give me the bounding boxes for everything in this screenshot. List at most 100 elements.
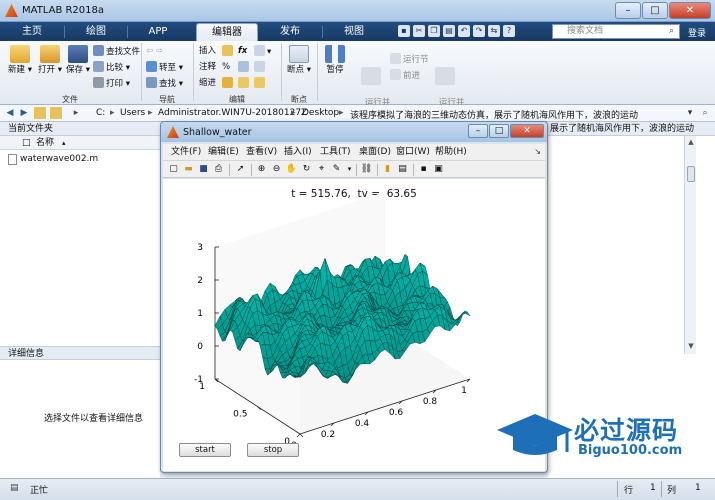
menu-window[interactable]: 窗口(W) [396, 144, 430, 160]
brush-icon[interactable]: ✎ [330, 163, 343, 176]
data-cursor-icon[interactable]: ⌖ [315, 163, 328, 176]
surface-plot[interactable]: -1012300.20.40.60.8100.51 [163, 179, 545, 471]
maximize-button[interactable]: □ [642, 2, 668, 19]
help-icon[interactable]: ? [503, 25, 515, 37]
legend-icon[interactable]: ▤ [396, 163, 409, 176]
tab-editor[interactable]: 编辑器 [196, 23, 258, 41]
menu-desktop[interactable]: 桌面(D) [359, 144, 391, 160]
new-figure-icon[interactable]: ▢ [167, 163, 180, 176]
figure-minimize-button[interactable]: – [468, 124, 488, 138]
scroll-up-icon[interactable]: ▲ [687, 138, 695, 146]
find-button[interactable]: 查找 ▾ [146, 77, 183, 90]
new-button[interactable]: 新建 ▾ [6, 45, 34, 76]
tab-apps[interactable]: APP [132, 23, 184, 41]
tab-home[interactable]: 主页 [6, 23, 58, 41]
signin-link[interactable]: 登录 [688, 26, 706, 39]
crumb-users[interactable]: Users [120, 108, 145, 118]
tab-plots[interactable]: 绘图 [70, 23, 122, 41]
advance-button[interactable]: 前进 [390, 69, 420, 82]
minimize-button[interactable]: – [615, 2, 641, 19]
back-forward-buttons[interactable]: ⇦ ⇨ [146, 45, 163, 58]
link-plot-icon[interactable]: ⛓ [360, 163, 373, 176]
scroll-down-icon[interactable]: ▼ [687, 342, 695, 350]
insert-button[interactable]: 插入 [199, 45, 216, 58]
figure-canvas[interactable]: t = 515.76, tv = 63.65 -1012300.20.40.60… [163, 179, 545, 471]
comment-toggle-icon[interactable] [238, 61, 251, 74]
tab-publish[interactable]: 发布 [264, 23, 316, 41]
close-button[interactable]: ✕ [669, 2, 711, 19]
print-figure-icon[interactable]: ⎙ [212, 163, 225, 176]
scroll-thumb[interactable] [687, 166, 695, 182]
forward-icon[interactable]: ▶ [18, 107, 30, 119]
compare-button[interactable]: 比较 ▾ [93, 61, 130, 74]
indent-icon[interactable] [222, 77, 235, 90]
browse-folder-icon[interactable] [50, 107, 62, 119]
breakpoints-button[interactable]: 断点 ▾ [284, 45, 314, 76]
pointer-icon[interactable]: ➚ [234, 163, 247, 176]
indent-button[interactable]: 缩进 [199, 77, 216, 90]
decrease-indent-icon[interactable] [254, 77, 267, 90]
fx-button[interactable]: fx [238, 45, 247, 58]
percent-icon[interactable]: % [222, 61, 230, 74]
dock-icon[interactable]: ↘ [534, 144, 541, 160]
save-button[interactable]: 保存 ▾ [64, 45, 92, 76]
zoom-out-icon[interactable]: ⊖ [270, 163, 283, 176]
address-search-icon[interactable]: ⌕ [699, 107, 711, 119]
open-button[interactable]: 打开 ▾ [36, 45, 64, 76]
menu-edit[interactable]: 编辑(E) [208, 144, 239, 160]
start-button[interactable]: start [179, 443, 231, 457]
save-icon[interactable]: ▪ [398, 25, 410, 37]
tab-view[interactable]: 视图 [328, 23, 380, 41]
run-section-button[interactable]: 运行节 [390, 53, 429, 66]
hide-plot-tools-icon[interactable]: ▪ [417, 163, 430, 176]
vertical-scrollbar[interactable]: ▲ ▼ [684, 136, 696, 354]
colorbar-icon[interactable]: ▮ [381, 163, 394, 176]
new-file-icon [10, 45, 30, 63]
list-item[interactable]: waterwave002.m [0, 152, 98, 166]
print-button[interactable]: 打印 ▾ [93, 77, 130, 90]
matlab-logo-icon [5, 4, 18, 17]
brush-menu-icon[interactable]: ▾ [343, 163, 356, 176]
crumb-drive[interactable]: C: [96, 108, 105, 118]
uncomment-icon[interactable] [254, 61, 267, 74]
chevron-down-icon[interactable]: ▾ [684, 107, 696, 119]
figure-close-button[interactable]: ✕ [510, 124, 544, 138]
undo-icon[interactable]: ↶ [458, 25, 470, 37]
cut-icon[interactable]: ✂ [413, 25, 425, 37]
zoom-in-icon[interactable]: ⊕ [255, 163, 268, 176]
save-figure-icon[interactable]: ■ [197, 163, 210, 176]
comment-button[interactable]: 注释 [199, 61, 216, 74]
menu-file[interactable]: 文件(F) [171, 144, 201, 160]
crumb-desktop[interactable]: Desktop [302, 108, 339, 118]
open-file-icon[interactable]: ▬ [182, 163, 195, 176]
goto-button[interactable]: 转至 ▾ [146, 61, 183, 74]
menu-insert[interactable]: 插入(I) [284, 144, 312, 160]
show-plot-tools-icon[interactable]: ▣ [432, 163, 445, 176]
search-icon[interactable]: ⌕ [669, 26, 674, 36]
stop-button[interactable]: stop [247, 443, 299, 457]
redo-icon[interactable]: ↷ [473, 25, 485, 37]
column-header[interactable]: □ 名称 ▴ [0, 136, 160, 150]
pause-button[interactable]: 暂停 [320, 45, 350, 76]
up-folder-icon[interactable] [34, 107, 46, 119]
insert-more-icon[interactable]: ▾ [254, 45, 271, 58]
back-icon[interactable]: ◀ [4, 107, 16, 119]
details-title: 详细信息 [0, 346, 160, 360]
expand-icon[interactable]: □ [22, 136, 31, 150]
figure-maximize-button[interactable]: □ [489, 124, 509, 138]
insert-section-icon[interactable] [222, 45, 235, 58]
paste-icon[interactable]: ▤ [443, 25, 455, 37]
find-files-button[interactable]: 查找文件 [93, 45, 140, 58]
smart-indent-icon[interactable] [238, 77, 251, 90]
pan-icon[interactable]: ✋ [285, 163, 298, 176]
menu-view[interactable]: 查看(V) [246, 144, 277, 160]
crumb-user[interactable]: Administrator.WIN7U-20180127Z [158, 108, 307, 118]
menu-tools[interactable]: 工具(T) [320, 144, 351, 160]
crumb-folder[interactable]: 该程序模拟了海浪的三维动态仿真，展示了随机海风作用下，波浪的运动 [350, 108, 638, 121]
documentation-search-input[interactable]: 搜索文档 [552, 24, 680, 39]
rotate-icon[interactable]: ↻ [300, 163, 313, 176]
copy-icon[interactable]: ❐ [428, 25, 440, 37]
switch-window-icon[interactable]: ⇆ [488, 25, 500, 37]
menu-help[interactable]: 帮助(H) [435, 144, 467, 160]
figure-titlebar[interactable]: Shallow_water – □ ✕ [161, 122, 547, 142]
